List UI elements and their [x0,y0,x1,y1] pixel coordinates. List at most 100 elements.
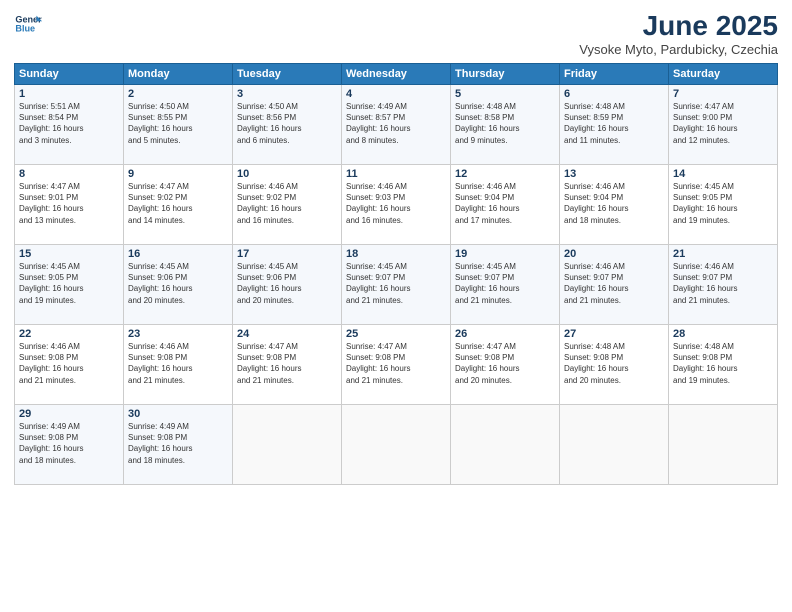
day-info: Sunrise: 4:45 AMSunset: 9:05 PMDaylight:… [19,261,119,306]
day-number: 21 [673,248,773,260]
svg-text:Blue: Blue [15,24,35,34]
day-number: 18 [346,248,446,260]
weekday-header-thursday: Thursday [451,64,560,85]
day-cell: 4 Sunrise: 4:49 AMSunset: 8:57 PMDayligh… [342,85,451,165]
day-number: 22 [19,328,119,340]
day-number: 8 [19,168,119,180]
day-cell: 9 Sunrise: 4:47 AMSunset: 9:02 PMDayligh… [124,165,233,245]
day-info: Sunrise: 4:46 AMSunset: 9:04 PMDaylight:… [455,181,555,226]
day-cell: 7 Sunrise: 4:47 AMSunset: 9:00 PMDayligh… [669,85,778,165]
day-cell [669,405,778,485]
weekday-header-wednesday: Wednesday [342,64,451,85]
day-info: Sunrise: 4:49 AMSunset: 9:08 PMDaylight:… [19,421,119,466]
day-cell: 17 Sunrise: 4:45 AMSunset: 9:06 PMDaylig… [233,245,342,325]
week-row-2: 8 Sunrise: 4:47 AMSunset: 9:01 PMDayligh… [15,165,778,245]
day-info: Sunrise: 4:46 AMSunset: 9:08 PMDaylight:… [19,341,119,386]
day-cell: 1 Sunrise: 5:51 AMSunset: 8:54 PMDayligh… [15,85,124,165]
day-cell: 3 Sunrise: 4:50 AMSunset: 8:56 PMDayligh… [233,85,342,165]
day-info: Sunrise: 4:46 AMSunset: 9:03 PMDaylight:… [346,181,446,226]
day-cell: 23 Sunrise: 4:46 AMSunset: 9:08 PMDaylig… [124,325,233,405]
day-info: Sunrise: 4:45 AMSunset: 9:06 PMDaylight:… [237,261,337,306]
day-cell: 10 Sunrise: 4:46 AMSunset: 9:02 PMDaylig… [233,165,342,245]
weekday-header-sunday: Sunday [15,64,124,85]
week-row-4: 22 Sunrise: 4:46 AMSunset: 9:08 PMDaylig… [15,325,778,405]
day-info: Sunrise: 4:46 AMSunset: 9:08 PMDaylight:… [128,341,228,386]
day-cell: 29 Sunrise: 4:49 AMSunset: 9:08 PMDaylig… [15,405,124,485]
day-number: 29 [19,408,119,420]
day-number: 25 [346,328,446,340]
day-info: Sunrise: 4:50 AMSunset: 8:55 PMDaylight:… [128,101,228,146]
day-info: Sunrise: 4:47 AMSunset: 9:08 PMDaylight:… [237,341,337,386]
day-cell: 6 Sunrise: 4:48 AMSunset: 8:59 PMDayligh… [560,85,669,165]
day-info: Sunrise: 4:45 AMSunset: 9:07 PMDaylight:… [346,261,446,306]
day-number: 3 [237,88,337,100]
page: General Blue June 2025 Vysoke Myto, Pard… [0,0,792,612]
day-cell: 15 Sunrise: 4:45 AMSunset: 9:05 PMDaylig… [15,245,124,325]
day-number: 12 [455,168,555,180]
day-info: Sunrise: 4:47 AMSunset: 9:02 PMDaylight:… [128,181,228,226]
day-info: Sunrise: 4:48 AMSunset: 9:08 PMDaylight:… [673,341,773,386]
day-cell: 18 Sunrise: 4:45 AMSunset: 9:07 PMDaylig… [342,245,451,325]
day-cell: 11 Sunrise: 4:46 AMSunset: 9:03 PMDaylig… [342,165,451,245]
day-info: Sunrise: 4:47 AMSunset: 9:08 PMDaylight:… [455,341,555,386]
day-cell: 5 Sunrise: 4:48 AMSunset: 8:58 PMDayligh… [451,85,560,165]
day-number: 17 [237,248,337,260]
day-number: 30 [128,408,228,420]
day-info: Sunrise: 4:46 AMSunset: 9:07 PMDaylight:… [673,261,773,306]
day-number: 13 [564,168,664,180]
day-number: 26 [455,328,555,340]
weekday-header-saturday: Saturday [669,64,778,85]
day-number: 28 [673,328,773,340]
day-cell: 16 Sunrise: 4:45 AMSunset: 9:06 PMDaylig… [124,245,233,325]
day-number: 2 [128,88,228,100]
day-number: 16 [128,248,228,260]
day-cell: 30 Sunrise: 4:49 AMSunset: 9:08 PMDaylig… [124,405,233,485]
day-number: 10 [237,168,337,180]
location: Vysoke Myto, Pardubicky, Czechia [579,42,778,57]
day-number: 1 [19,88,119,100]
day-number: 24 [237,328,337,340]
day-number: 4 [346,88,446,100]
day-number: 20 [564,248,664,260]
day-cell: 14 Sunrise: 4:45 AMSunset: 9:05 PMDaylig… [669,165,778,245]
week-row-3: 15 Sunrise: 4:45 AMSunset: 9:05 PMDaylig… [15,245,778,325]
day-cell [233,405,342,485]
week-row-1: 1 Sunrise: 5:51 AMSunset: 8:54 PMDayligh… [15,85,778,165]
day-info: Sunrise: 4:46 AMSunset: 9:07 PMDaylight:… [564,261,664,306]
day-cell: 12 Sunrise: 4:46 AMSunset: 9:04 PMDaylig… [451,165,560,245]
weekday-header-monday: Monday [124,64,233,85]
day-info: Sunrise: 4:50 AMSunset: 8:56 PMDaylight:… [237,101,337,146]
logo-icon: General Blue [14,10,42,38]
day-cell: 22 Sunrise: 4:46 AMSunset: 9:08 PMDaylig… [15,325,124,405]
day-cell: 28 Sunrise: 4:48 AMSunset: 9:08 PMDaylig… [669,325,778,405]
day-info: Sunrise: 4:46 AMSunset: 9:04 PMDaylight:… [564,181,664,226]
day-info: Sunrise: 4:48 AMSunset: 8:58 PMDaylight:… [455,101,555,146]
day-info: Sunrise: 4:48 AMSunset: 9:08 PMDaylight:… [564,341,664,386]
day-cell: 24 Sunrise: 4:47 AMSunset: 9:08 PMDaylig… [233,325,342,405]
day-cell: 25 Sunrise: 4:47 AMSunset: 9:08 PMDaylig… [342,325,451,405]
day-number: 11 [346,168,446,180]
day-number: 7 [673,88,773,100]
day-info: Sunrise: 4:49 AMSunset: 9:08 PMDaylight:… [128,421,228,466]
weekday-header-tuesday: Tuesday [233,64,342,85]
day-number: 14 [673,168,773,180]
day-cell: 20 Sunrise: 4:46 AMSunset: 9:07 PMDaylig… [560,245,669,325]
calendar-table: SundayMondayTuesdayWednesdayThursdayFrid… [14,63,778,485]
day-cell [342,405,451,485]
day-info: Sunrise: 4:45 AMSunset: 9:05 PMDaylight:… [673,181,773,226]
title-block: June 2025 Vysoke Myto, Pardubicky, Czech… [579,10,778,57]
header: General Blue June 2025 Vysoke Myto, Pard… [14,10,778,57]
day-info: Sunrise: 4:48 AMSunset: 8:59 PMDaylight:… [564,101,664,146]
day-cell: 8 Sunrise: 4:47 AMSunset: 9:01 PMDayligh… [15,165,124,245]
day-number: 19 [455,248,555,260]
day-info: Sunrise: 4:47 AMSunset: 9:00 PMDaylight:… [673,101,773,146]
day-number: 15 [19,248,119,260]
day-cell: 21 Sunrise: 4:46 AMSunset: 9:07 PMDaylig… [669,245,778,325]
day-cell: 26 Sunrise: 4:47 AMSunset: 9:08 PMDaylig… [451,325,560,405]
day-info: Sunrise: 4:45 AMSunset: 9:07 PMDaylight:… [455,261,555,306]
day-info: Sunrise: 4:47 AMSunset: 9:01 PMDaylight:… [19,181,119,226]
day-info: Sunrise: 5:51 AMSunset: 8:54 PMDaylight:… [19,101,119,146]
month-title: June 2025 [579,10,778,42]
day-cell: 2 Sunrise: 4:50 AMSunset: 8:55 PMDayligh… [124,85,233,165]
day-cell: 13 Sunrise: 4:46 AMSunset: 9:04 PMDaylig… [560,165,669,245]
